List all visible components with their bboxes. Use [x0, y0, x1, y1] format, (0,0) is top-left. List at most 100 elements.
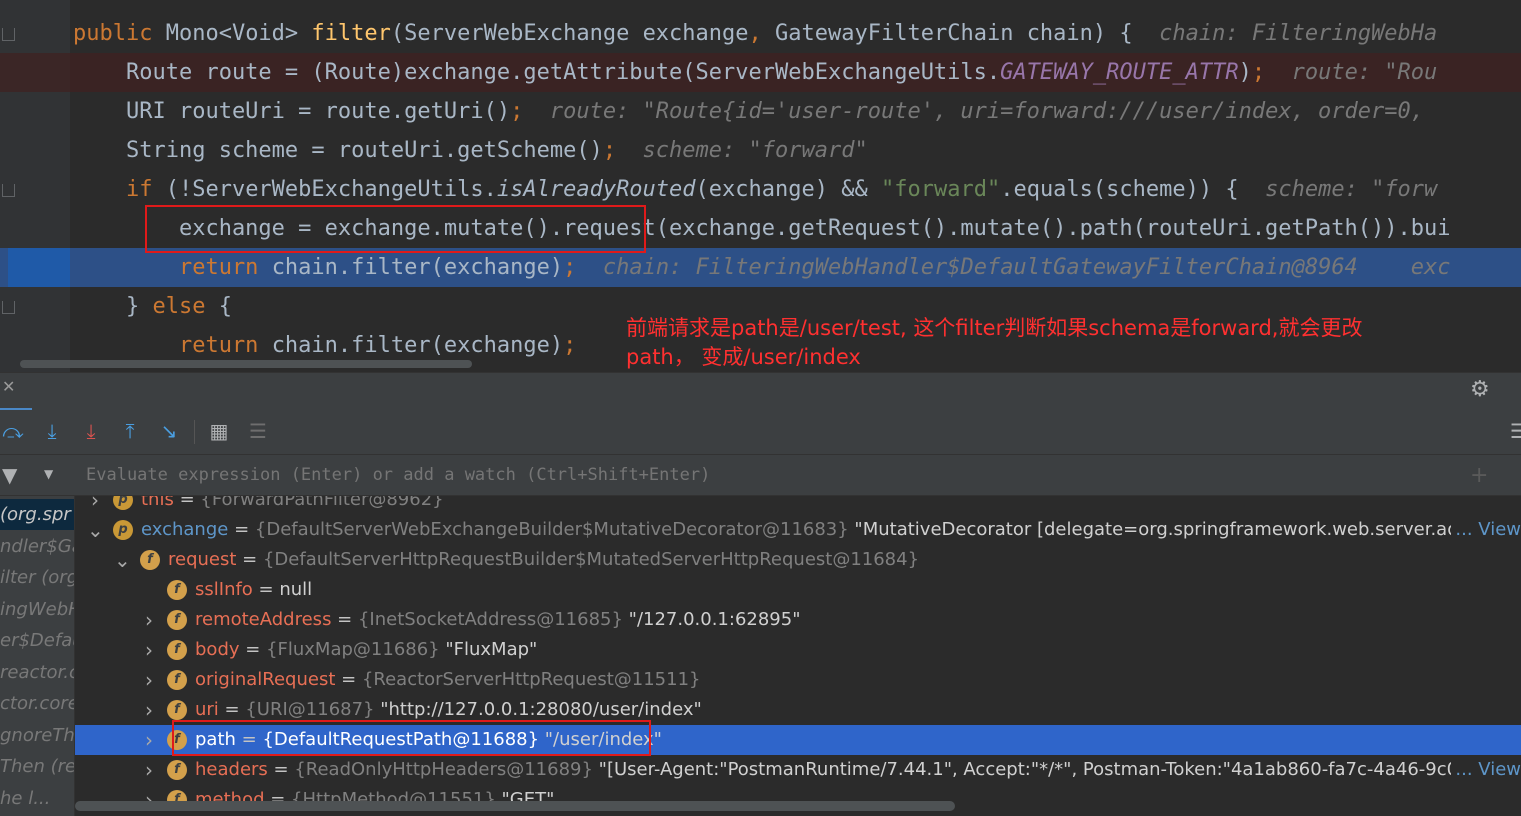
field-icon: f: [167, 670, 187, 690]
variable-text: remoteAddress = {InetSocketAddress@11685…: [195, 605, 801, 635]
code-token: else: [152, 294, 219, 319]
stack-frame[interactable]: Then (rea: [0, 751, 74, 782]
variable-type: {InetSocketAddress@11685}: [357, 609, 623, 630]
equals-sign: =: [236, 549, 263, 570]
code-line[interactable]: if (!ServerWebExchangeUtils.isAlreadyRou…: [0, 170, 1521, 209]
fold-marker-icon[interactable]: [2, 184, 15, 197]
variable-row[interactable]: › f originalRequest = {ReactorServerHttpRe…: [75, 665, 1521, 695]
chevron-down-icon[interactable]: ▼: [44, 467, 53, 481]
breakpoint-gutter-highlight[interactable]: [0, 53, 70, 92]
expand-arrow-icon[interactable]: ›: [141, 605, 157, 635]
variable-name: remoteAddress: [195, 609, 332, 630]
trace-stream-icon[interactable]: ☰: [245, 418, 271, 444]
step-out-icon[interactable]: ⤒: [117, 418, 143, 444]
variable-value: "http://127.0.0.1:28080/user/index": [374, 699, 702, 720]
expand-arrow-icon[interactable]: ›: [141, 695, 157, 725]
stack-frame[interactable]: he l...: [0, 783, 74, 814]
code-token: ;: [510, 99, 524, 124]
code-token: }: [73, 294, 153, 319]
code-token: (exchange) &&: [695, 177, 881, 202]
stack-frame[interactable]: ilter (org: [0, 562, 74, 593]
code-token: return: [73, 255, 272, 280]
expand-arrow-icon[interactable]: ›: [141, 725, 157, 755]
view-link[interactable]: ... View: [1451, 515, 1521, 545]
code-line[interactable]: Route route = (Route)exchange.getAttribu…: [0, 53, 1521, 92]
gear-icon[interactable]: ⚙: [1470, 377, 1490, 402]
variable-row[interactable]: ⌄ f request = {DefaultServerHttpRequestBui…: [75, 545, 1521, 575]
code-line[interactable]: String scheme = routeUri.getScheme(); sc…: [0, 131, 1521, 170]
code-line[interactable]: URI routeUri = route.getUri(); route: "R…: [0, 92, 1521, 131]
collapse-arrow-icon[interactable]: ⌄: [87, 515, 104, 545]
stack-frame[interactable]: (org.spr: [0, 499, 74, 530]
variable-row[interactable]: › p this = {ForwardPathFilter@8962}: [75, 496, 1521, 515]
stack-frame[interactable]: er$Defau: [0, 625, 74, 656]
variable-text: sslInfo = null: [195, 575, 312, 605]
horizontal-scrollbar[interactable]: [75, 801, 955, 811]
filter-icon[interactable]: ▼: [2, 463, 17, 487]
horizontal-scrollbar[interactable]: [20, 360, 472, 368]
frames-list: (org.spr ndler$Ga ilter (org ingWebH er$Defa…: [0, 496, 75, 816]
fold-marker-icon[interactable]: [2, 301, 15, 314]
expand-arrow-icon[interactable]: ›: [87, 496, 103, 515]
stack-frame[interactable]: ingWebH: [0, 594, 74, 625]
expand-arrow-icon[interactable]: ›: [141, 665, 157, 695]
stack-frame[interactable]: ndler$Ga: [0, 531, 74, 562]
step-into-icon[interactable]: ⤓: [39, 418, 65, 444]
annotation-note: 前端请求是path是/user/test, 这个filter判断如果schema…: [626, 314, 1426, 372]
toolbar-separator: [194, 420, 195, 444]
code-line-text: Route route = (Route)exchange.getAttribu…: [73, 53, 1437, 92]
code-token: chain.filter(exchange): [271, 255, 564, 280]
code-token: GatewayFilterChain chain) {: [775, 21, 1160, 46]
annotation-highlight-box: [145, 205, 646, 253]
step-over-icon[interactable]: ⤼: [0, 418, 26, 444]
equals-sign: =: [239, 639, 267, 660]
evaluate-expression-icon[interactable]: ▦: [206, 418, 232, 444]
debug-toolbar: ⤼ ⤓ ⤓ ⤒ ↘ ▦ ☰ ☰: [0, 410, 1521, 455]
view-link[interactable]: ... View: [1451, 755, 1521, 785]
code-token: filter: [311, 21, 391, 46]
add-watch-icon[interactable]: +: [1470, 463, 1488, 488]
code-token: URI routeUri = route.getUri(): [73, 99, 511, 124]
variable-value: "[User-Agent:"PostmanRuntime/7.44.1", Ac…: [592, 759, 1521, 780]
annotation-line: 前端请求是path是/user/test, 这个filter判断如果schema…: [626, 316, 1363, 340]
expand-arrow-icon[interactable]: ›: [141, 635, 157, 665]
execution-point-gutter[interactable]: [8, 248, 70, 287]
force-step-into-icon[interactable]: ⤓: [78, 418, 104, 444]
code-editor[interactable]: public Mono<Void> filter(ServerWebExchan…: [0, 0, 1521, 372]
variable-row[interactable]: › f body = {FluxMap@11686} "FluxMap": [75, 635, 1521, 665]
field-icon: f: [167, 610, 187, 630]
variable-text: exchange = {DefaultServerWebExchangeBuil…: [141, 515, 1521, 545]
more-icon[interactable]: ☰: [1506, 418, 1521, 444]
variable-text: this = {ForwardPathFilter@8962}: [141, 496, 444, 515]
variable-type: {DefaultServerHttpRequestBuilder$Mutated…: [262, 549, 920, 570]
variable-text: originalRequest = {ReactorServerHttpRequ…: [195, 665, 701, 695]
code-token: route: "Rou: [1265, 60, 1438, 85]
stack-frame[interactable]: gnoreThe: [0, 720, 74, 751]
expand-arrow-icon[interactable]: ›: [141, 755, 157, 785]
code-token: .equals(scheme)) {: [1000, 177, 1266, 202]
code-token: chain: FilteringWebHa: [1159, 21, 1438, 46]
stack-frame[interactable]: ctor.core: [0, 688, 74, 719]
code-token: (ServerWebExchange exchange: [390, 21, 749, 46]
collapse-arrow-icon[interactable]: ⌄: [114, 545, 131, 575]
code-line[interactable]: public Mono<Void> filter(ServerWebExchan…: [0, 14, 1521, 53]
variable-name: originalRequest: [195, 669, 336, 690]
equals-sign: =: [267, 759, 295, 780]
variable-row[interactable]: f sslInfo = null: [75, 575, 1521, 605]
field-icon: f: [140, 550, 160, 570]
variable-row[interactable]: ⌄ p exchange = {DefaultServerWebExchangeBu…: [75, 515, 1521, 545]
run-to-cursor-icon[interactable]: ↘: [156, 418, 182, 444]
variable-row[interactable]: › f remoteAddress = {InetSocketAddress@116…: [75, 605, 1521, 635]
code-line[interactable]: return chain.filter(exchange); chain: Fi…: [0, 248, 1521, 287]
variable-type: {ReadOnlyHttpHeaders@11689}: [294, 759, 593, 780]
stack-frame[interactable]: reactor.c: [0, 657, 74, 688]
variables-tree: › p this = {ForwardPathFilter@8962} ⌄ p excha…: [75, 496, 1521, 816]
close-icon[interactable]: ✕: [2, 377, 15, 396]
variable-value: "FluxMap": [439, 639, 538, 660]
fold-marker-icon[interactable]: [2, 28, 15, 41]
variable-value: null: [279, 579, 313, 600]
evaluate-expression-input[interactable]: [74, 455, 1474, 495]
code-line-text: String scheme = routeUri.getScheme(); sc…: [73, 131, 868, 170]
variable-name: exchange: [141, 519, 229, 540]
variable-row[interactable]: › f headers = {ReadOnlyHttpHeaders@11689} …: [75, 755, 1521, 785]
